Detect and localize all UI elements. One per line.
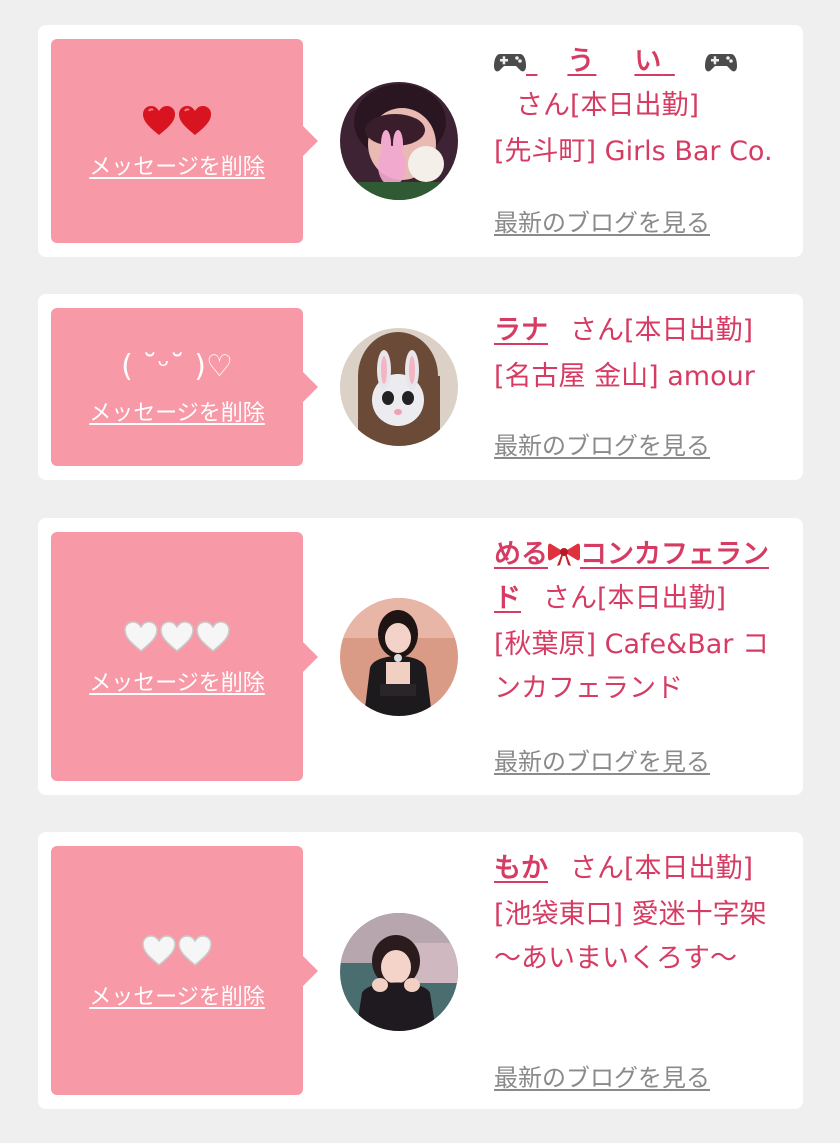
cast-info: うい さん[本日出勤] [先斗町] Girls Bar Co. [494,40,784,174]
cast-name-link[interactable]: うい [494,46,737,77]
shop-name: [先斗町] Girls Bar Co. [494,136,773,167]
avatar[interactable] [340,82,458,200]
delete-message-link[interactable]: メッセージを削除 [89,665,265,697]
cast-info: ラナ さん[本日出勤] [名古屋 金山] amour [494,309,784,399]
shop-name: [名古屋 金山] amour [494,361,755,392]
cast-info: もか さん[本日出勤] [池袋東口] 愛迷十字架 〜あいまいくろす〜 [494,847,784,981]
latest-blog-link[interactable]: 最新のブログを見る [494,742,710,777]
message-bubble: メッセージを削除 [51,532,318,781]
white-heart-icon [124,620,158,652]
avatar[interactable] [340,913,458,1031]
cast-name-part: う [567,46,597,77]
delete-message-link[interactable]: メッセージを削除 [89,149,265,181]
red-heart-icon [179,106,211,135]
message-emoji [124,617,230,657]
avatar[interactable] [340,598,458,716]
game-controller-icon [494,54,526,72]
message-bubble: メッセージを削除 [51,39,318,243]
message-card: メッセージを削除 める コンカフェランド さん[本日出勤] [秋葉原] Cafe&B… [38,518,803,795]
cast-name-part: い [634,46,664,77]
red-heart-icon [143,106,175,135]
latest-blog-link[interactable]: 最新のブログを見る [494,1058,710,1093]
message-card: ( ˘ᵕ˘ )♡ メッセージを削除 ラナ さん[本日出勤] [名古屋 金山] am… [38,294,803,480]
cast-status: さん[本日出勤] [570,853,754,884]
message-emoji [142,931,212,971]
cast-info: める コンカフェランド さん[本日出勤] [秋葉原] Cafe&Bar コンカフェラ… [494,533,784,711]
latest-blog-link[interactable]: 最新のブログを見る [494,203,710,238]
delete-message-link[interactable]: メッセージを削除 [89,395,265,427]
message-text: ( ˘ᵕ˘ )♡ [121,349,233,384]
shop-name: [秋葉原] Cafe&Bar コンカフェランド [494,629,769,704]
game-controller-icon [704,54,737,72]
avatar[interactable] [340,328,458,446]
white-heart-icon [178,934,212,966]
cast-name-part: める [494,539,548,570]
ribbon-icon [548,543,580,566]
message-card: メッセージを削除 もか さん[本日出勤] [池袋東口] 愛迷十字架 〜あいまいくろ… [38,832,803,1109]
cast-name-link[interactable]: もか [494,853,548,884]
message-bubble: ( ˘ᵕ˘ )♡ メッセージを削除 [51,308,318,466]
cast-status: さん[本日出勤] [543,583,727,614]
shop-name: [池袋東口] 愛迷十字架 〜あいまいくろす〜 [494,899,767,974]
message-list: メッセージを削除 うい さん[本日出勤] [先斗町] Girls Bar Co. [0,0,840,1143]
white-heart-icon [160,620,194,652]
white-heart-icon [142,934,176,966]
white-heart-icon [196,620,230,652]
message-emoji [142,101,212,141]
message-card: メッセージを削除 うい さん[本日出勤] [先斗町] Girls Bar Co. [38,25,803,257]
cast-status: さん[本日出勤] [516,90,700,121]
cast-status: さん[本日出勤] [570,315,754,346]
delete-message-link[interactable]: メッセージを削除 [89,979,265,1011]
cast-name-link[interactable]: ラナ [494,315,548,346]
message-bubble: メッセージを削除 [51,846,318,1095]
latest-blog-link[interactable]: 最新のブログを見る [494,426,710,461]
